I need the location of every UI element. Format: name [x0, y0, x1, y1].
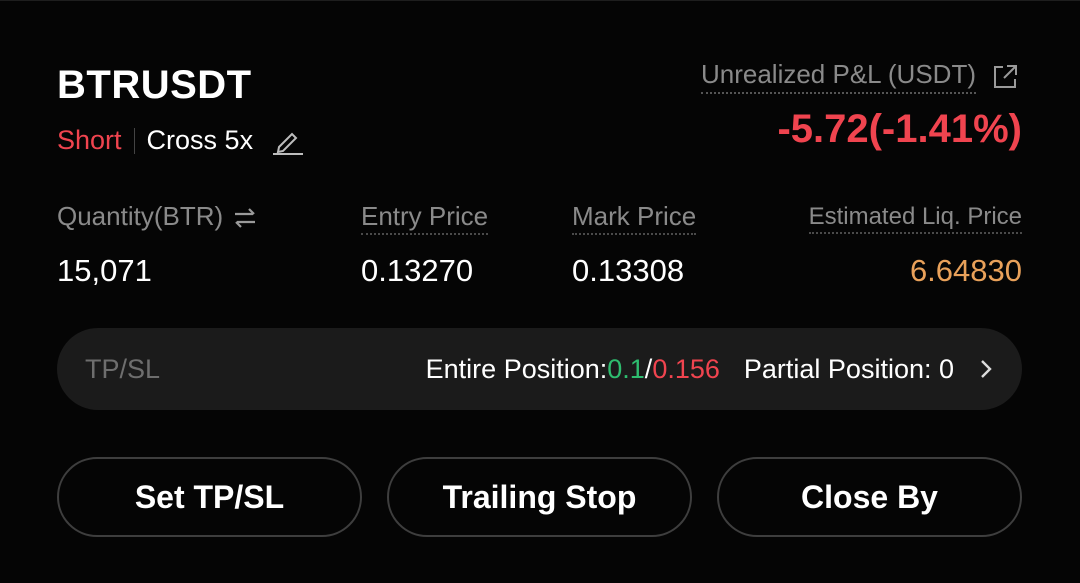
swap-icon[interactable] [231, 204, 259, 232]
mark-price-label: Mark Price [572, 201, 697, 235]
liq-price-label: Estimated Liq. Price [808, 203, 1022, 234]
trailing-stop-button[interactable]: Trailing Stop [387, 457, 692, 537]
quantity-value: 15,071 [57, 253, 152, 288]
position-card: BTRUSDT Short Cross 5x Unrealized P&L (U… [0, 0, 1080, 583]
margin-mode-leverage[interactable]: Cross 5x [147, 125, 254, 156]
partial-position-label: Partial Position: 0 [743, 353, 954, 384]
tpsl-bar[interactable]: TP/SL Entire Position: 0.1 / 0.156 Parti… [57, 328, 1022, 410]
mark-price-label-text: Mark Price [572, 201, 697, 235]
tpsl-label: TP/SL [85, 353, 161, 384]
tpsl-summary: Entire Position: 0.1 / 0.156 Partial Pos… [426, 354, 994, 385]
liq-price-label-text: Estimated Liq. Price [808, 203, 1022, 234]
liq-price-value: 6.64830 [909, 253, 1022, 288]
entry-price-value: 0.13270 [361, 253, 474, 288]
set-tpsl-button[interactable]: Set TP/SL [57, 457, 362, 537]
quantity-label[interactable]: Quantity(BTR) [57, 201, 259, 232]
side-badge: Short [57, 125, 122, 155]
close-by-button[interactable]: Close By [717, 457, 1022, 537]
chevron-right-icon[interactable] [978, 358, 994, 380]
tp-value: 0.1 [607, 353, 645, 384]
entry-price-label-text: Entry Price [361, 201, 489, 235]
position-meta: Short Cross 5x [57, 125, 305, 156]
entry-price-label: Entry Price [361, 201, 489, 235]
unrealized-pnl-label[interactable]: Unrealized P&L (USDT) [700, 59, 1020, 94]
tpsl-slash: / [644, 353, 653, 384]
sl-value: 0.156 [652, 353, 720, 384]
symbol-title[interactable]: BTRUSDT [57, 63, 252, 108]
pnl-label-text: Unrealized P&L (USDT) [700, 59, 976, 94]
quantity-label-text: Quantity(BTR) [57, 201, 224, 231]
entire-position-label: Entire Position: [425, 353, 608, 384]
unrealized-pnl-value: -5.72(-1.41%) [777, 107, 1022, 151]
meta-divider [133, 127, 135, 154]
mark-price-value: 0.13308 [572, 253, 685, 288]
external-link-icon[interactable] [990, 62, 1020, 92]
edit-icon[interactable] [271, 127, 305, 155]
